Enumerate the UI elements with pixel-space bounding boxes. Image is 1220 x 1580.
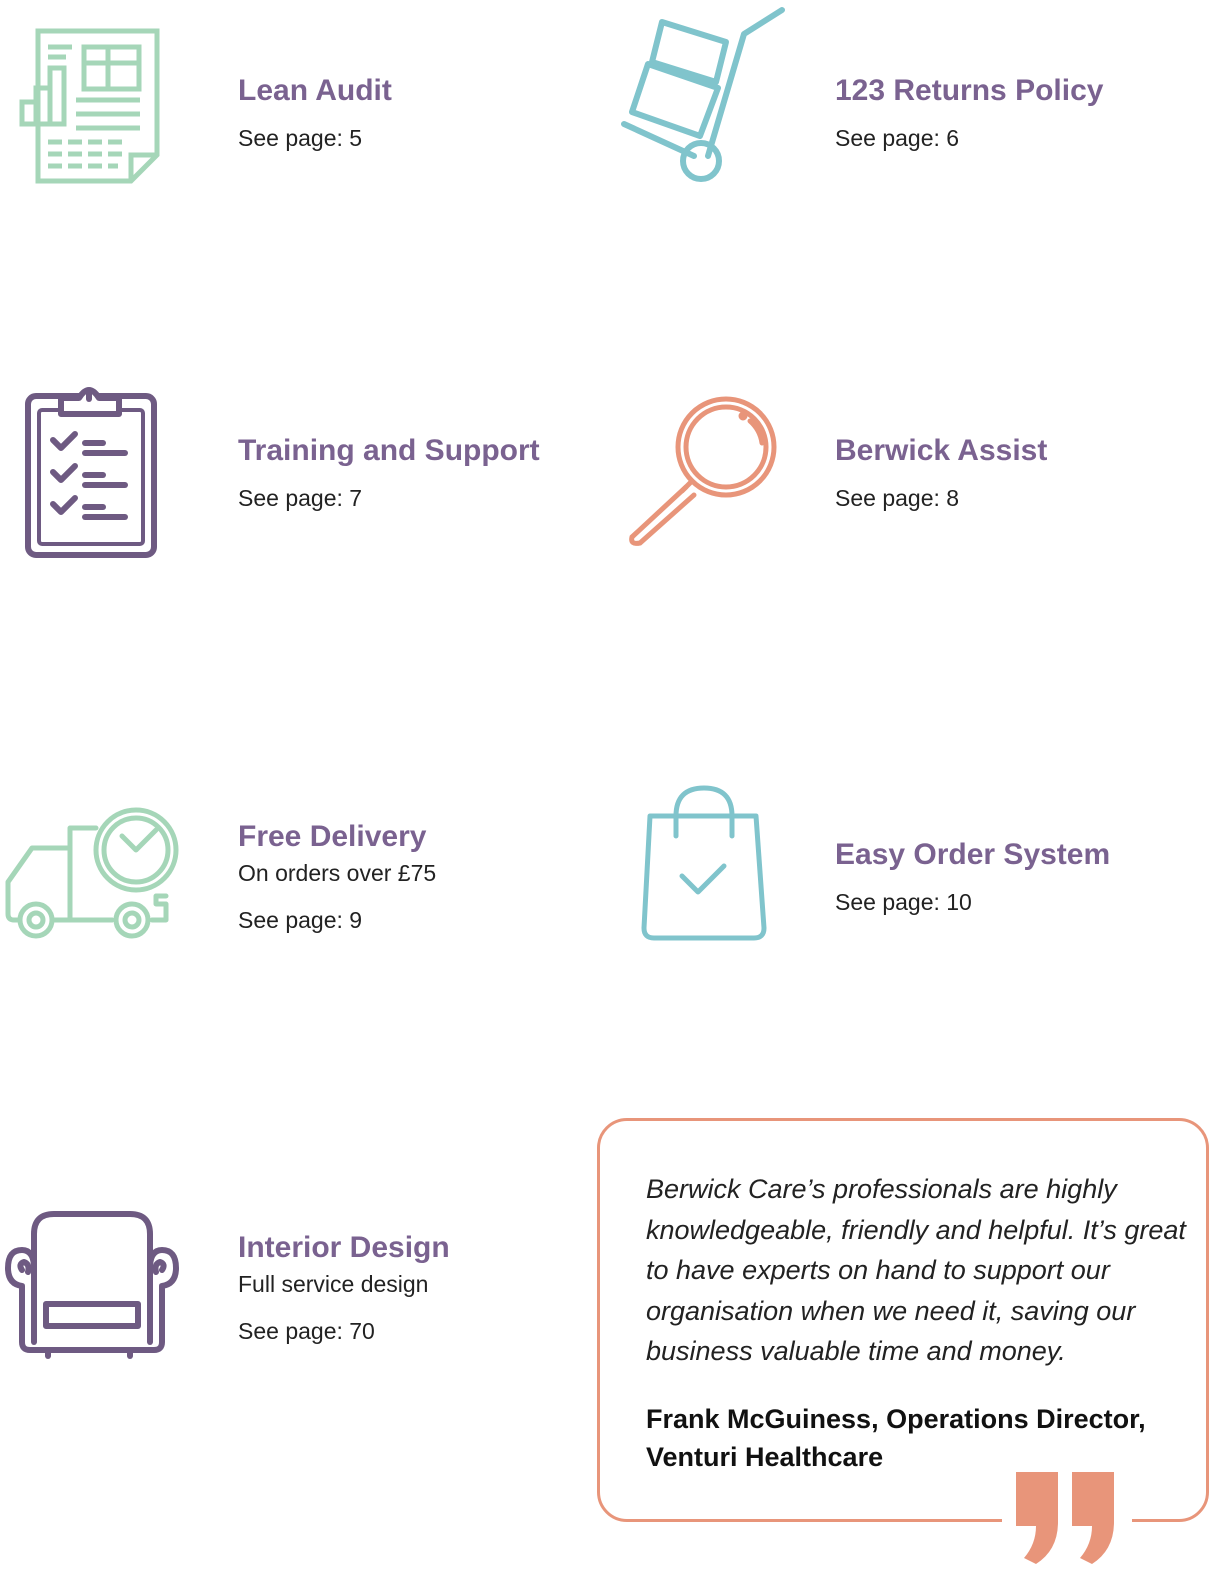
magnifying-glass-icon [628,395,780,547]
service-training-support[interactable]: Training and Support See page: 7 [238,436,540,510]
service-title: Lean Audit [238,74,392,107]
service-lean-audit[interactable]: Lean Audit See page: 5 [238,76,392,150]
page-reference: See page: 7 [238,485,363,511]
page-reference: See page: 70 [238,1318,375,1344]
service-subtitle: Full service design [238,1271,429,1297]
service-berwick-assist[interactable]: Berwick Assist See page: 8 [835,436,1047,510]
page-reference: See page: 5 [238,125,363,151]
testimonial-author: Frank McGuiness, Operations Director, Ve… [646,1400,1206,1476]
testimonial-author-company: Venturi Healthcare [646,1442,884,1472]
testimonial-author-name: Frank McGuiness, Operations Director, [646,1404,1146,1434]
closing-quote-icon [1010,1470,1120,1571]
clipboard-checklist-icon [25,380,157,560]
page-reference: See page: 6 [835,125,960,151]
service-title: Training and Support [238,434,540,467]
page-reference: See page: 9 [238,907,363,933]
page-reference: See page: 8 [835,485,960,511]
armchair-icon [4,1210,180,1362]
service-interior-design[interactable]: Interior Design Full service design See … [238,1233,450,1343]
report-chart-icon [19,28,162,186]
service-subtitle: On orders over £75 [238,860,437,886]
service-title: Free Delivery [238,820,427,853]
service-returns-policy[interactable]: 123 Returns Policy See page: 6 [835,76,1103,150]
service-free-delivery[interactable]: Free Delivery On orders over £75 See pag… [238,822,436,932]
delivery-truck-clock-icon [4,806,180,942]
page-reference: See page: 10 [835,889,972,915]
hand-truck-icon [620,7,786,186]
testimonial-quote: Berwick Care’s professionals are highly … [646,1174,1186,1366]
shopping-bag-check-icon [640,785,768,942]
service-title: Berwick Assist [835,434,1048,467]
service-easy-order[interactable]: Easy Order System See page: 10 [835,840,1110,914]
service-title: Easy Order System [835,838,1111,871]
service-title: 123 Returns Policy [835,74,1104,107]
service-title: Interior Design [238,1231,450,1264]
